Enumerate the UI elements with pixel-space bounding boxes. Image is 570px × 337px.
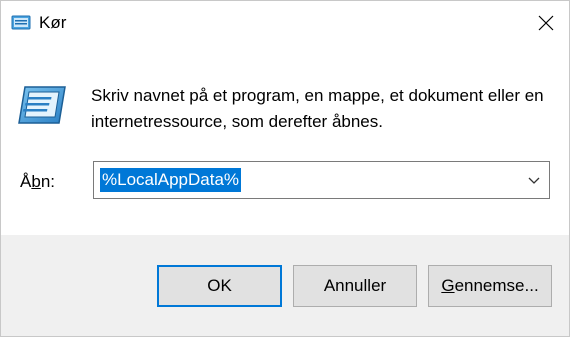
run-dialog-icon <box>11 15 31 30</box>
run-program-icon <box>18 86 66 124</box>
open-input[interactable]: %LocalAppData% <box>100 168 242 192</box>
chevron-down-icon[interactable] <box>527 174 541 186</box>
open-label: Åbn: <box>20 172 55 191</box>
dialog-content: Skriv navnet på et program, en mappe, et… <box>1 45 569 235</box>
dialog-footer: OK Annuller Gennemse... <box>1 235 569 336</box>
window-title: Kør <box>39 13 67 32</box>
open-input-value: %LocalAppData% <box>100 168 242 192</box>
close-icon <box>538 15 554 31</box>
open-combobox[interactable]: %LocalAppData% <box>93 161 550 199</box>
browse-button[interactable]: Gennemse... <box>428 265 552 307</box>
dialog-description: Skriv navnet på et program, en mappe, et… <box>91 86 544 131</box>
cancel-button[interactable]: Annuller <box>293 265 417 307</box>
run-dialog: Kør Skriv navnet på et program, en mappe… <box>0 0 570 337</box>
title-bar: Kør <box>1 1 569 45</box>
ok-button[interactable]: OK <box>157 265 282 307</box>
close-button[interactable] <box>523 1 569 45</box>
